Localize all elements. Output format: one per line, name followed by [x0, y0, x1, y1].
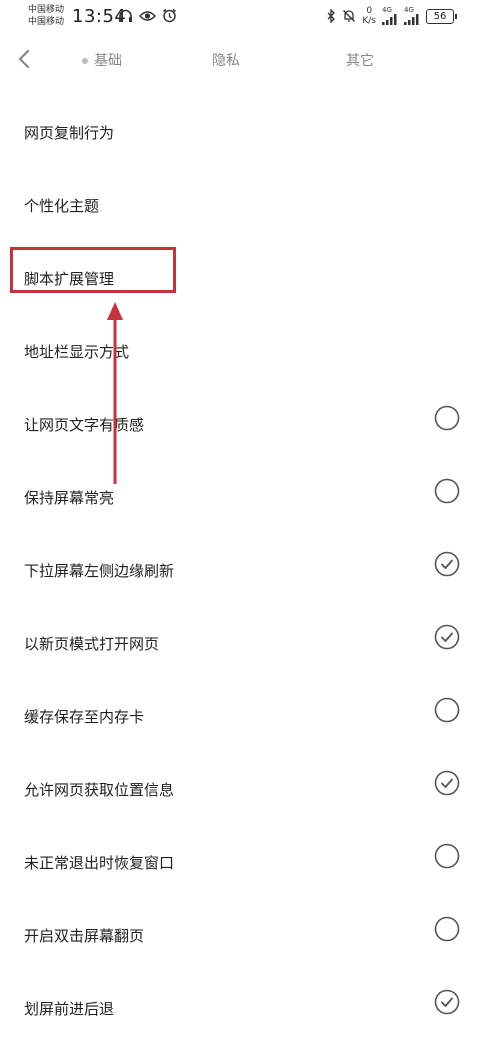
checked-circle-icon[interactable]: [434, 770, 460, 796]
settings-row[interactable]: 开启双击屏幕翻页: [0, 901, 480, 974]
annotation-highlight-box: [10, 247, 176, 293]
net-speed-unit: K/s: [362, 16, 376, 26]
status-right-icons: 0 K/s 4G 4G 56: [326, 6, 457, 26]
unchecked-circle-icon[interactable]: [434, 843, 460, 869]
carrier-1: 中国移动: [28, 5, 65, 15]
signal-icon: [382, 14, 397, 25]
back-arrow-icon[interactable]: [14, 48, 36, 70]
settings-row-label: 开启双击屏幕翻页: [24, 927, 145, 945]
network-2-label: 4G: [404, 6, 414, 14]
settings-row-label: 下拉屏幕左侧边缘刷新: [24, 562, 175, 580]
settings-row[interactable]: 保持屏幕常亮: [0, 463, 480, 536]
status-left-icons: [118, 8, 177, 23]
settings-list: 网页复制行为 个性化主题 脚本扩展管理 地址栏显示方式 让网页文字有质感 保持屏幕常亮 下拉…: [0, 98, 480, 1040]
settings-row[interactable]: 未正常退出时恢复窗口: [0, 828, 480, 901]
signal-2: 4G: [404, 7, 420, 25]
settings-row-label: 保持屏幕常亮: [24, 489, 115, 507]
network-1-label: 4G: [382, 6, 392, 14]
battery-icon: 56: [426, 8, 457, 24]
alarm-icon: [163, 8, 176, 23]
settings-row-label: 以新页模式打开网页: [24, 635, 160, 653]
settings-row[interactable]: 允许网页获取位置信息: [0, 755, 480, 828]
net-speed: 0 K/s: [362, 6, 376, 26]
headphones-icon: [119, 9, 132, 22]
settings-row[interactable]: 下拉屏幕左侧边缘刷新: [0, 536, 480, 609]
settings-row-label: 未正常退出时恢复窗口: [24, 854, 175, 872]
settings-row[interactable]: 网页复制行为: [0, 98, 480, 171]
settings-row-label: 缓存保存至内存卡: [24, 708, 145, 726]
unchecked-circle-icon[interactable]: [434, 697, 460, 723]
annotation-arrow-icon: [107, 302, 123, 484]
settings-row-label: 网页复制行为: [24, 124, 115, 142]
eye-icon: [139, 10, 156, 21]
unchecked-circle-icon[interactable]: [434, 405, 460, 431]
net-speed-value: 0: [366, 6, 373, 16]
carrier-2: 中国移动: [28, 17, 65, 27]
screen: 中国移动 中国移动 13:54 0 K/s 4G 4G 56 基础 隐私 其它 …: [0, 0, 480, 1040]
unchecked-circle-icon[interactable]: [434, 916, 460, 942]
signal-icon: [404, 14, 419, 25]
settings-row[interactable]: 缓存保存至内存卡: [0, 682, 480, 755]
bluetooth-icon: [327, 9, 336, 23]
tab-bar: 基础 隐私 其它: [0, 40, 480, 80]
unchecked-circle-icon[interactable]: [434, 478, 460, 504]
status-bar: 中国移动 中国移动 13:54 0 K/s 4G 4G 56: [0, 0, 480, 34]
checked-circle-icon[interactable]: [434, 989, 460, 1015]
settings-row[interactable]: 个性化主题: [0, 171, 480, 244]
settings-row[interactable]: 划屏前进后退: [0, 974, 480, 1040]
signal-1: 4G: [382, 7, 398, 25]
settings-row-label: 划屏前进后退: [24, 1000, 115, 1018]
settings-row-label: 个性化主题: [24, 197, 100, 215]
tab-basic[interactable]: 基础: [82, 50, 122, 70]
tab-privacy[interactable]: 隐私: [212, 50, 240, 70]
carrier-info: 中国移动 中国移动: [28, 5, 64, 29]
mute-icon: [343, 10, 356, 22]
tab-other[interactable]: 其它: [346, 50, 374, 70]
settings-row[interactable]: 地址栏显示方式: [0, 317, 480, 390]
checked-circle-icon[interactable]: [434, 624, 460, 650]
settings-row[interactable]: 以新页模式打开网页: [0, 609, 480, 682]
checked-circle-icon[interactable]: [434, 551, 460, 577]
settings-row[interactable]: 让网页文字有质感: [0, 390, 480, 463]
settings-row-label: 允许网页获取位置信息: [24, 781, 175, 799]
